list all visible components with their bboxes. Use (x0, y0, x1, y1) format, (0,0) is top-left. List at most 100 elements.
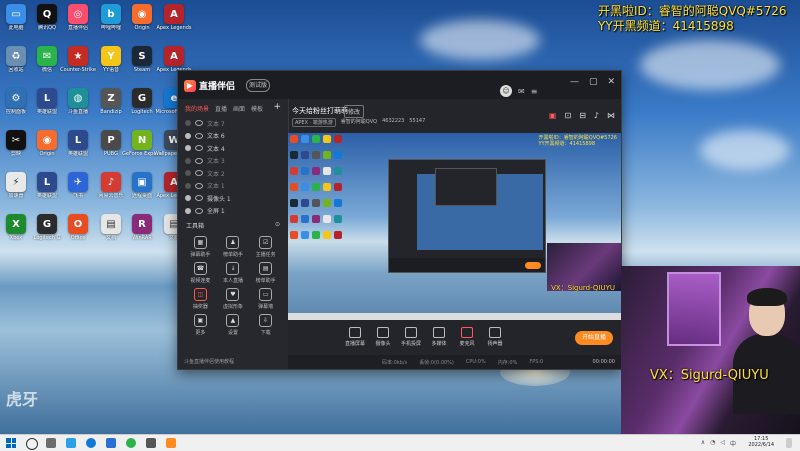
search-icon[interactable] (26, 438, 38, 450)
eye-icon[interactable] (195, 120, 203, 127)
tool-icon: ▦ (193, 236, 207, 249)
visibility-toggle-icon[interactable] (185, 120, 191, 127)
eye-icon[interactable] (195, 182, 203, 189)
source-control-item[interactable]: 手机投屏 (399, 327, 423, 347)
scene-label: 文本 4 (207, 145, 225, 153)
tool-item[interactable]: ♥ 虚拟形象 (217, 288, 250, 310)
message-icon[interactable]: ✉ (518, 87, 525, 96)
live-companion-window[interactable]: ▶ 直播伴侣 测试版 ☺ ✉ ≡ — ▢ ✕ 我的场景 直播 画面 模板 + 文本 7 文… (177, 70, 622, 370)
scene-row[interactable]: 文本 1 (178, 180, 288, 193)
maximize-icon[interactable]: ▢ (589, 77, 598, 87)
shop-icon[interactable]: ⊟ (579, 111, 586, 120)
status-bar: 码率:0kb/s 丢帧:0(0.00%) CPU:0% 内存:0% FPS:0 00:00… (288, 355, 621, 369)
share-icon[interactable]: ⋈ (607, 111, 615, 120)
visibility-toggle-icon[interactable] (185, 182, 191, 189)
beta-badge[interactable]: 测试版 (246, 79, 270, 92)
source-control-item[interactable]: 扬声器 (483, 327, 507, 347)
desktop-app-icon: L (37, 88, 57, 108)
tutorial-link[interactable]: 斗鱼直播伴侣使用教程 (184, 358, 234, 365)
source-control-icon (461, 327, 473, 338)
tool-item[interactable]: ◫ 抽奖器 (184, 288, 217, 310)
scene-row[interactable]: 文本 2 (178, 167, 288, 180)
visibility-toggle-icon[interactable] (185, 170, 191, 177)
visibility-toggle-icon[interactable] (185, 132, 191, 139)
taskbar-wechat-icon[interactable] (126, 438, 136, 448)
scene-tab[interactable]: 直播 (215, 104, 227, 113)
scene-row[interactable]: 文本 3 (178, 155, 288, 168)
bell-icon[interactable]: ♪ (594, 111, 599, 120)
minimize-icon[interactable]: — (570, 77, 579, 87)
source-control-item[interactable]: 多媒体 (427, 327, 451, 347)
clock[interactable]: 17:15 2022/6/14 (748, 436, 774, 448)
tool-item[interactable]: ▭ 弹幕墙 (249, 288, 282, 310)
task-view-icon[interactable] (46, 438, 56, 448)
tool-item[interactable]: ↓ 本人直播 (217, 262, 250, 284)
tool-item[interactable]: ♟ 榜单助手 (217, 236, 250, 258)
desktop-app-icon: ◉ (132, 4, 152, 24)
chevron-up-icon[interactable]: ∧ (701, 439, 705, 448)
source-control-item[interactable]: 直播屏幕 (343, 327, 367, 347)
stream-preview[interactable]: 开黑啦ID：睿智的阿聪QVQ#5726 YY开黑频道：41415898 VX：S… (288, 133, 621, 320)
scene-row[interactable]: 文本 6 (178, 130, 288, 143)
taskbar-app-icon[interactable] (146, 438, 156, 448)
close-icon[interactable]: ✕ (607, 77, 615, 87)
tool-item[interactable]: ▤ 榜单助手 (249, 262, 282, 284)
ime-icon[interactable]: 中 (730, 439, 736, 448)
desktop-icon[interactable]: A Apex Legends (154, 46, 194, 73)
title-bar[interactable]: ▶ 直播伴侣 测试版 ☺ ✉ ≡ — ▢ ✕ (178, 71, 621, 99)
visibility-toggle-icon[interactable] (185, 157, 191, 164)
app-name: 直播伴侣 (199, 82, 236, 92)
taskbar-live-companion-icon[interactable] (166, 438, 176, 448)
tool-label: 本人直播 (222, 278, 243, 284)
eye-icon[interactable] (195, 145, 203, 152)
scene-tab[interactable]: 画面 (233, 104, 245, 113)
scene-tab[interactable]: 模板 (251, 104, 263, 113)
stream-title[interactable]: 今天给粉丝打萌萌 (292, 106, 348, 116)
tool-icon: ▣ (193, 314, 207, 327)
source-control-item[interactable]: 麦克风 (455, 327, 479, 347)
eye-icon[interactable] (195, 157, 203, 164)
edit-title-button[interactable]: 修改 (344, 105, 365, 118)
network-icon[interactable]: ◔ (710, 439, 715, 448)
user-avatar[interactable]: ☺ (500, 85, 512, 97)
visibility-toggle-icon[interactable] (185, 207, 191, 214)
toolbox-settings-icon[interactable]: ⊙ (275, 221, 280, 230)
tool-item[interactable]: ▣ 更多 (184, 314, 217, 336)
taskbar-explorer-icon[interactable] (106, 438, 116, 448)
visibility-toggle-icon[interactable] (185, 145, 191, 152)
show-desktop-button[interactable] (786, 438, 792, 448)
tool-item[interactable]: ▦ 弹幕助手 (184, 236, 217, 258)
tool-label: 榜单助手 (222, 252, 243, 258)
source-control-label: 麦克风 (459, 341, 475, 347)
pc-case (667, 272, 721, 346)
taskbar-telegram-icon[interactable] (66, 438, 76, 448)
scene-row[interactable]: 全屏 1 (178, 205, 288, 218)
start-live-button[interactable]: 开始直播 (575, 331, 613, 345)
eye-icon[interactable] (195, 207, 203, 214)
eye-icon[interactable] (195, 132, 203, 139)
tool-item[interactable]: ☑ 主播任务 (249, 236, 282, 258)
tool-item[interactable]: ⇩ 下载 (249, 314, 282, 336)
volume-icon[interactable]: ◁ (720, 439, 725, 448)
scene-row[interactable]: 文本 7 (178, 117, 288, 130)
source-control-item[interactable]: 摄像头 (371, 327, 395, 347)
desktop-app-icon: A (164, 4, 184, 24)
taskbar-edge-icon[interactable] (86, 438, 96, 448)
eye-icon[interactable] (195, 195, 203, 202)
visibility-toggle-icon[interactable] (185, 195, 191, 202)
start-button[interactable] (6, 438, 16, 448)
webcam-vx-text: VX：Sigurd-QIUYU (650, 368, 769, 383)
scene-label: 文本 6 (207, 133, 225, 141)
desktop-icon[interactable]: A Apex Legends (154, 4, 194, 31)
tool-item[interactable]: ☎ 视频连麦 (184, 262, 217, 284)
gift-icon[interactable]: ▣ (549, 111, 557, 120)
eye-icon[interactable] (195, 170, 203, 177)
menu-icon[interactable]: ≡ (531, 87, 538, 96)
lock-icon[interactable]: ⊡ (564, 111, 571, 120)
tool-item[interactable]: ▲ 设置 (217, 314, 250, 336)
scene-tab[interactable]: 我的场景 (185, 104, 209, 113)
add-scene-icon[interactable]: + (273, 103, 281, 113)
desktop-app-icon: ♻ (6, 46, 26, 66)
scene-row[interactable]: 摄像头 1 (178, 192, 288, 205)
scene-row[interactable]: 文本 4 (178, 142, 288, 155)
